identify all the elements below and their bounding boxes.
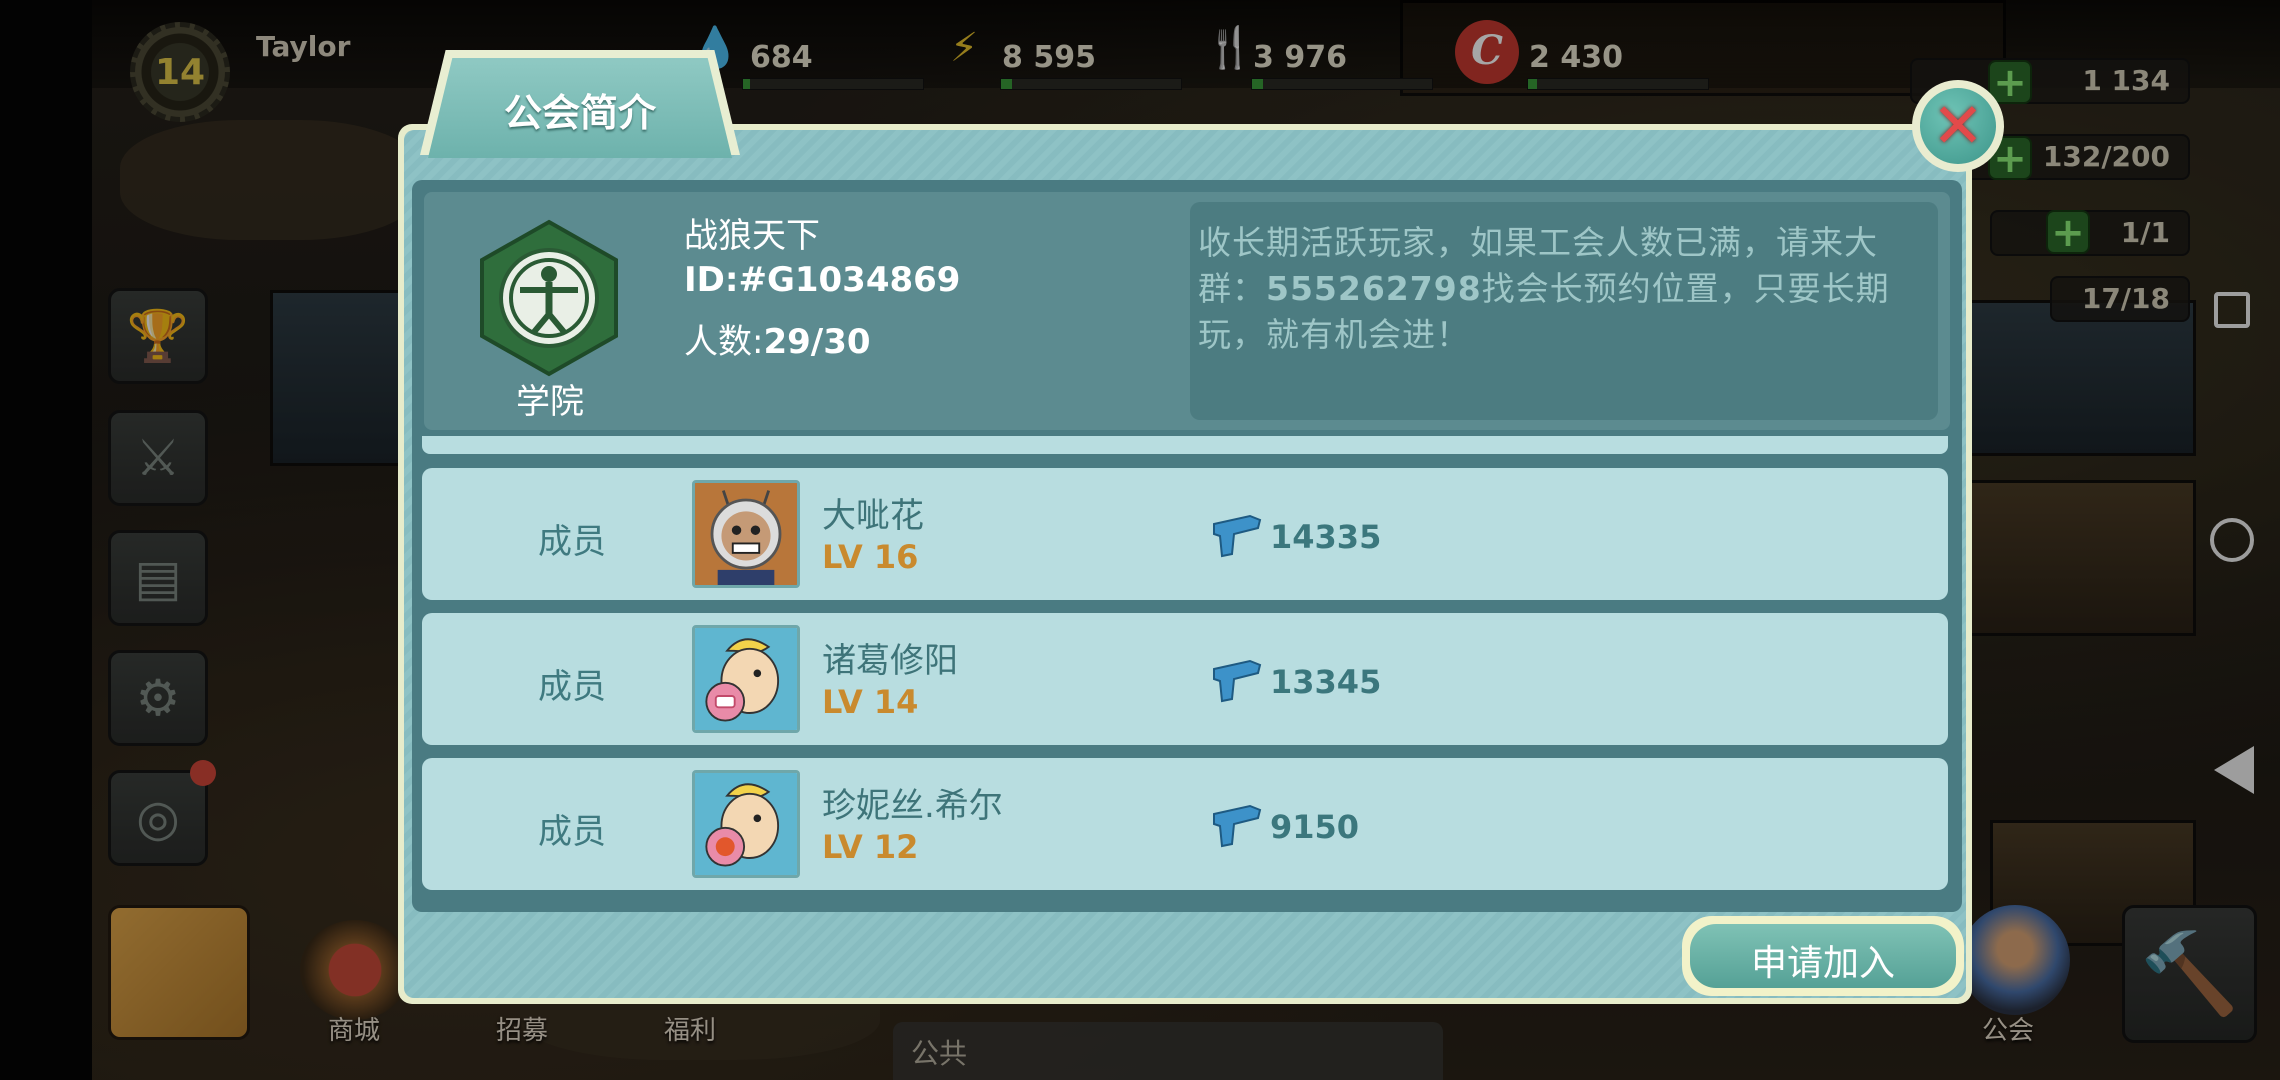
member-count-value: 29/30 [763,322,871,362]
weapon-power-icon [1213,514,1262,558]
member-count-label: 人数: [684,322,764,362]
member-level: LV 16 [822,538,919,576]
member-power: 13345 [1270,663,1382,701]
member-level: LV 12 [822,828,919,866]
vault-boy-gamepad-avatar [692,625,800,733]
member-row[interactable]: 成员 大呲花 LV 16 14335 [422,468,1948,600]
vault-boy-bird-avatar [692,770,800,878]
member-power: 14335 [1270,518,1382,556]
list-item-partial [422,436,1948,454]
member-level: LV 14 [822,683,919,721]
guild-description: 收长期活跃玩家，如果工会人数已满，请来大群：555262798找会长预约位置，只… [1198,220,1933,358]
guild-member-count: 人数:29/30 [684,314,871,363]
dialog-title: 公会简介 [503,91,656,135]
guild-name: 战狼天下 [684,216,820,256]
member-list[interactable]: 成员 大呲花 LV 16 14335 成员 诸葛修阳 LV 14 13345 成… [420,436,1952,896]
member-power: 9150 [1270,808,1360,846]
join-button-label[interactable]: 申请加入 [1682,934,1964,986]
member-row[interactable]: 成员 珍妮丝.希尔 LV 12 9150 [422,758,1948,890]
member-name: 大呲花 [822,496,924,536]
guild-type-label: 学院 [516,382,584,422]
guild-id: ID:#G1034869 [684,260,961,300]
description-group-number: 555262798 [1266,269,1482,308]
member-role: 成员 [538,522,606,562]
weapon-power-icon [1213,804,1262,848]
member-role: 成员 [538,812,606,852]
member-row[interactable]: 成员 诸葛修阳 LV 14 13345 [422,613,1948,745]
member-role: 成员 [538,667,606,707]
weapon-power-icon [1213,659,1262,703]
member-name: 诸葛修阳 [822,641,958,681]
astronaut-avatar [692,480,800,588]
close-x-icon[interactable]: ✕ [1920,88,1996,164]
member-name: 珍妮丝.希尔 [822,786,1003,826]
vitruvian-emblem-icon [480,219,618,377]
